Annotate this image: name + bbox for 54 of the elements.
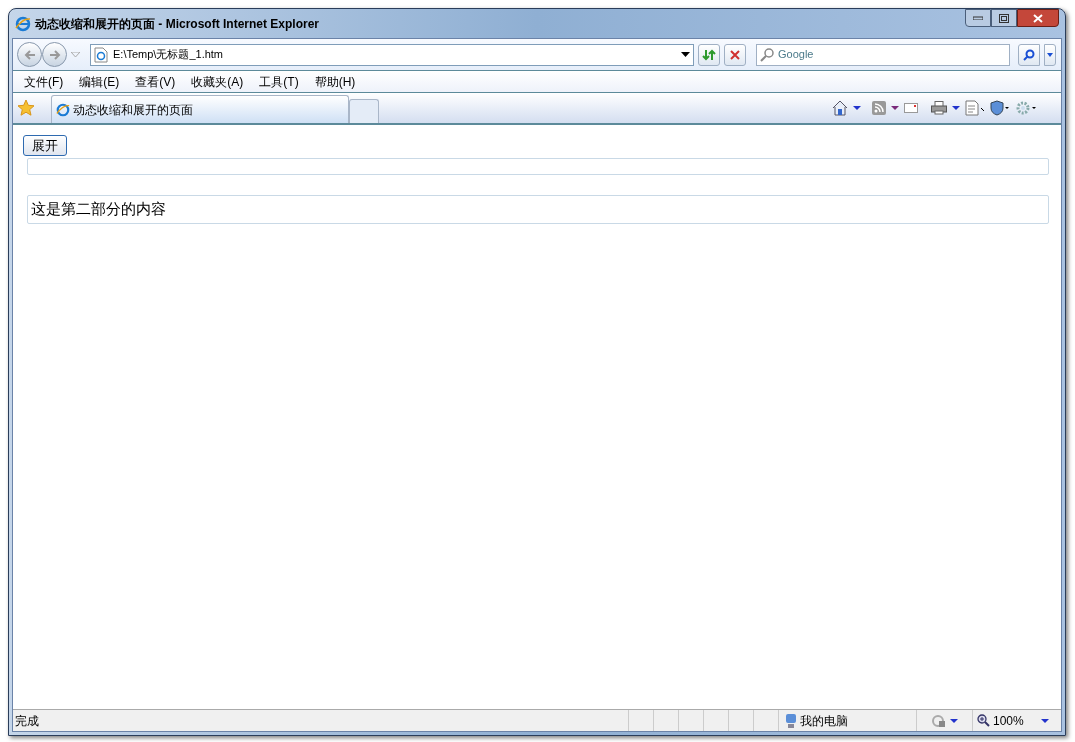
back-arrow-icon — [23, 49, 36, 60]
stop-button[interactable] — [724, 43, 746, 66]
maximize-icon — [999, 13, 1009, 23]
dropdown-caret-icon — [1047, 52, 1053, 57]
dropdown-caret-icon[interactable] — [952, 106, 960, 110]
close-icon — [1033, 13, 1043, 23]
menu-item[interactable]: 帮助(H) — [307, 72, 363, 91]
refresh-arrows-icon — [702, 48, 716, 61]
menu-item[interactable]: 编辑(E) — [72, 72, 127, 91]
menu-item[interactable]: 查看(V) — [128, 72, 183, 91]
forward-arrow-icon — [48, 49, 61, 60]
dropdown-caret-icon[interactable] — [1040, 718, 1049, 723]
browser-tab[interactable]: 动态收缩和展开的页面 — [51, 95, 349, 123]
status-text: 完成 — [14, 712, 40, 730]
home-icon[interactable] — [832, 100, 848, 116]
search-icon — [760, 47, 774, 62]
mail-icon[interactable] — [904, 103, 918, 113]
dropdown-caret-icon[interactable] — [681, 52, 690, 57]
page-icon — [94, 46, 108, 63]
menu-item[interactable]: 收藏夹(A) — [184, 72, 251, 91]
search-field[interactable]: Google — [756, 43, 1010, 66]
dropdown-caret-icon[interactable] — [950, 718, 958, 723]
back-button[interactable] — [17, 42, 42, 67]
computer-icon — [785, 712, 797, 729]
stop-x-icon — [730, 49, 740, 60]
zoom-icon — [977, 714, 990, 727]
browser-logo-icon — [56, 102, 70, 117]
page-edit-icon[interactable] — [965, 100, 985, 116]
menu-item[interactable]: 工具(T) — [252, 72, 306, 91]
menu-item[interactable]: 文件(F) — [17, 72, 71, 91]
search-input: Google — [778, 46, 1006, 63]
close-button[interactable] — [1017, 9, 1059, 27]
search-options-button[interactable] — [1044, 43, 1056, 66]
shield-icon[interactable] — [990, 100, 1010, 116]
search-icon — [1023, 48, 1035, 61]
favorites-star-icon[interactable] — [17, 99, 35, 116]
minimize-icon — [973, 16, 983, 20]
search-button[interactable] — [1018, 43, 1040, 66]
dropdown-caret-icon[interactable] — [853, 106, 861, 110]
feed-icon[interactable] — [872, 101, 886, 115]
minimize-button[interactable] — [965, 9, 991, 27]
zoom-level-text[interactable]: 100% — [993, 711, 1024, 730]
maximize-button[interactable] — [991, 9, 1017, 27]
refresh-button[interactable] — [698, 43, 720, 66]
address-field[interactable]: E:\Temp\无标题_1.htm — [90, 43, 694, 66]
browser-logo-icon — [15, 15, 31, 32]
window-title: 动态收缩和展开的页面 - Microsoft Internet Explorer — [35, 15, 320, 33]
expand-button[interactable]: 展开 — [23, 135, 67, 156]
printer-icon[interactable] — [931, 101, 947, 115]
forward-button[interactable] — [42, 42, 67, 67]
address-text: E:\Temp\无标题_1.htm — [113, 47, 225, 63]
dropdown-caret-icon[interactable] — [891, 106, 899, 110]
content-panel: 这是第二部分的内容 — [27, 195, 1049, 224]
security-zone-text: 我的电脑 — [800, 712, 848, 730]
